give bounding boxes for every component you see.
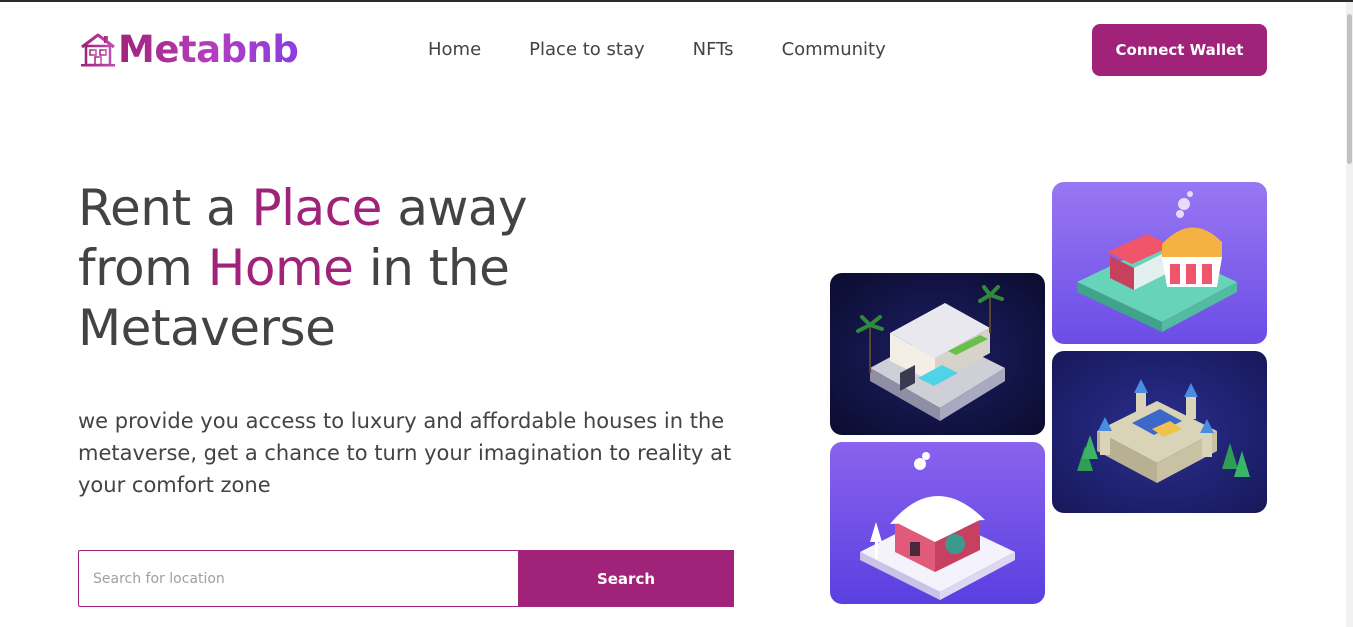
nav-item-home[interactable]: Home xyxy=(428,38,481,62)
brand-name: Metabnb xyxy=(118,28,299,71)
window-top-border xyxy=(0,0,1353,2)
connect-wallet-button[interactable]: Connect Wallet xyxy=(1092,24,1267,76)
house-icon xyxy=(81,33,115,67)
nav-item-nfts[interactable]: NFTs xyxy=(693,38,734,62)
scrollbar-thumb[interactable] xyxy=(1347,14,1352,164)
villa-image xyxy=(830,273,1045,435)
nav-item-place-to-stay[interactable]: Place to stay xyxy=(529,38,645,62)
nav-item-community[interactable]: Community xyxy=(782,38,886,62)
search-button[interactable]: Search xyxy=(518,550,734,607)
page-scrollbar[interactable] xyxy=(1346,2,1353,627)
hero-subtext: we provide you access to luxury and affo… xyxy=(78,409,732,497)
hero-headline: Rent a Place away from Home in the Metav… xyxy=(78,178,638,358)
headline-text-1: Rent a xyxy=(78,179,252,237)
main-nav: Home Place to stay NFTs Community xyxy=(428,38,934,62)
castle-image xyxy=(1052,351,1267,513)
search-bar: Search xyxy=(78,550,734,607)
headline-accent-place: Place xyxy=(251,179,382,237)
search-input[interactable] xyxy=(78,550,518,607)
snow-house-image xyxy=(830,442,1045,604)
headline-accent-home: Home xyxy=(207,239,354,297)
brand-logo[interactable]: Metabnb xyxy=(78,28,299,71)
market-image xyxy=(1052,182,1267,344)
